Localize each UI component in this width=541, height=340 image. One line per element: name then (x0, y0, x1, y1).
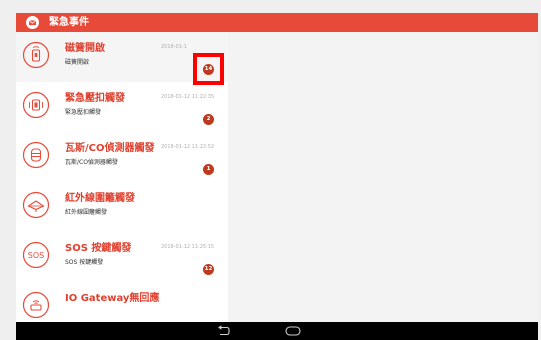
io-gateway-icon (22, 291, 50, 319)
sos-icon: SOS (22, 241, 50, 269)
event-item-emergency-button[interactable]: 緊急壓扣觸發 緊急壓扣觸發 2018-01-12 11:22:35 2 (16, 82, 228, 133)
event-item-gas-co-detector[interactable]: 瓦斯/CO偵測器觸發 瓦斯/CO偵測器觸發 2018-01-12 11:22:5… (16, 132, 228, 183)
app-screen: 緊急事件 磁簧開啟 磁簧開啟 2018-01-1 14 緊急壓扣觸發 緊急壓扣觸… (0, 0, 541, 340)
event-count-badge: 12 (203, 264, 214, 275)
door-sensor-icon (22, 41, 50, 69)
event-title: SOS 按鍵觸發 (65, 243, 132, 254)
infrared-fence-icon (22, 191, 50, 219)
detail-panel (228, 32, 538, 322)
event-subtitle: 緊急壓扣觸發 (65, 109, 102, 116)
app-header: 緊急事件 (16, 13, 538, 32)
event-timestamp: 2018-01-12 11:22:35 (161, 94, 215, 100)
event-item-io-gateway[interactable]: IO Gateway無回應 (16, 282, 228, 322)
event-timestamp: 2018-01-1 (161, 44, 187, 50)
svg-text:SOS: SOS (28, 251, 44, 260)
event-count-badge: 2 (203, 114, 214, 125)
emergency-button-icon (22, 91, 50, 119)
event-subtitle: 磁簧開啟 (65, 59, 90, 66)
event-item-sos[interactable]: SOS SOS 按鍵觸發 SOS 按鍵觸發 2018-01-12 11:25:1… (16, 232, 228, 283)
gas-co-detector-icon (22, 141, 50, 169)
android-nav-bar (16, 322, 538, 340)
event-item-infrared-fence[interactable]: 紅外線圍籬觸發 紅外線圍籬觸發 (16, 182, 228, 233)
event-subtitle: 紅外線圍籬觸發 (65, 209, 108, 216)
event-title: IO Gateway無回應 (65, 293, 160, 304)
event-timestamp: 2018-01-12 11:25:15 (161, 244, 215, 250)
event-title: 緊急壓扣觸發 (65, 93, 125, 104)
event-title: 磁簧開啟 (65, 43, 105, 54)
event-subtitle: SOS 按鍵觸發 (65, 259, 104, 266)
home-icon[interactable] (285, 326, 301, 336)
header-title: 緊急事件 (49, 17, 89, 28)
event-count-badge: 1 (203, 164, 214, 175)
event-title: 瓦斯/CO偵測器觸發 (65, 143, 155, 154)
envelope-icon (26, 16, 39, 29)
event-title: 紅外線圍籬觸發 (65, 193, 135, 204)
back-arrow-icon[interactable] (217, 325, 230, 337)
event-subtitle: 瓦斯/CO偵測器觸發 (65, 159, 118, 166)
event-timestamp: 2018-01-12 11:22:52 (161, 144, 215, 150)
highlight-box (193, 53, 224, 85)
